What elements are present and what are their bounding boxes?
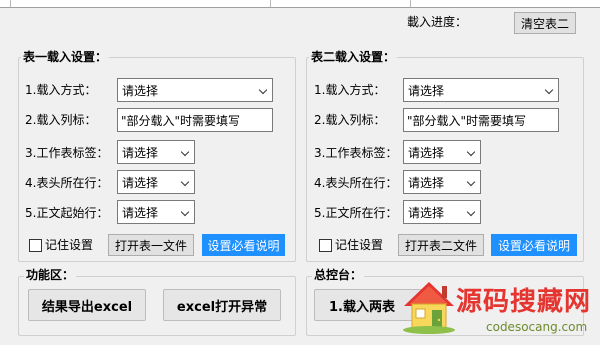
chevron-down-icon	[180, 207, 190, 217]
t1-sheet-tag-value: 请选择	[122, 145, 159, 160]
chevron-down-icon	[544, 85, 554, 95]
t1-header-row-select[interactable]: 请选择	[117, 170, 195, 194]
t2-header-row-label: 4.表头所在行：	[314, 176, 398, 190]
t1-sheet-tag-label: 3.工作表标签：	[25, 146, 109, 160]
t2-header-row-select[interactable]: 请选择	[403, 170, 481, 194]
table1-settings-title: 表一载入设置：	[21, 50, 110, 64]
t1-help-button[interactable]: 设置必看说明	[202, 234, 285, 256]
chevron-down-icon	[466, 147, 476, 157]
chevron-down-icon	[466, 177, 476, 187]
watermark-name: 源码搜藏网	[456, 287, 592, 317]
t1-body-start-value: 请选择	[122, 205, 159, 220]
chevron-down-icon	[180, 177, 190, 187]
t1-load-mode-value: 请选择	[122, 83, 159, 98]
t2-help-button[interactable]: 设置必看说明	[491, 234, 577, 256]
t2-header-row-value: 请选择	[408, 175, 445, 190]
t2-open-file-button[interactable]: 打开表二文件	[398, 234, 484, 256]
t2-sheet-tag-label: 3.工作表标签：	[314, 146, 398, 160]
functions-title: 功能区：	[24, 268, 77, 282]
t1-remember-label: 记住设置	[45, 238, 94, 252]
t2-body-row-value: 请选择	[408, 205, 445, 220]
t2-load-columns-value: "部分载入"时需要填写	[407, 113, 527, 128]
chevron-down-icon	[180, 147, 190, 157]
t1-load-columns-label: 2.载入列标：	[25, 113, 97, 127]
t1-load-mode-label: 1.载入方式：	[25, 83, 97, 97]
t1-sheet-tag-select[interactable]: 请选择	[117, 140, 195, 164]
t2-load-columns-label: 2.载入列标：	[314, 113, 386, 127]
clear-table2-button[interactable]: 清空表二	[514, 12, 576, 34]
t2-load-mode-label: 1.载入方式：	[314, 83, 386, 97]
excel-open-error-button[interactable]: excel打开异常	[163, 289, 281, 321]
house-logo-icon	[403, 282, 455, 334]
t2-load-mode-value: 请选择	[408, 83, 445, 98]
t1-load-columns-input[interactable]: "部分载入"时需要填写	[117, 108, 273, 132]
t2-sheet-tag-value: 请选择	[408, 145, 445, 160]
t1-header-row-value: 请选择	[122, 175, 159, 190]
table2-settings-title: 表二载入设置：	[309, 50, 398, 64]
t1-load-columns-value: "部分载入"时需要填写	[121, 113, 241, 128]
t1-remember-checkbox[interactable]	[29, 239, 42, 252]
top-table-strip	[0, 0, 600, 8]
t2-sheet-tag-select[interactable]: 请选择	[403, 140, 481, 164]
progress-label: 載入进度：	[407, 15, 468, 29]
t1-header-row-label: 4.表头所在行：	[25, 176, 109, 190]
t1-body-start-label: 5.正文起始行：	[25, 206, 109, 220]
t2-load-mode-select[interactable]: 请选择	[403, 78, 559, 102]
t1-load-mode-select[interactable]: 请选择	[117, 78, 273, 102]
t2-body-row-label: 5.正文所在行：	[314, 206, 398, 220]
watermark-url: codesocang.com	[486, 320, 588, 334]
t2-body-row-select[interactable]: 请选择	[403, 200, 481, 224]
chevron-down-icon	[466, 207, 476, 217]
export-excel-button[interactable]: 结果导出excel	[28, 289, 146, 321]
t2-remember-checkbox[interactable]	[319, 239, 332, 252]
t2-remember-label: 记住设置	[335, 238, 384, 252]
t1-body-start-select[interactable]: 请选择	[117, 200, 195, 224]
t2-load-columns-input[interactable]: "部分载入"时需要填写	[403, 108, 559, 132]
console-title: 总控台：	[312, 268, 365, 282]
chevron-down-icon	[258, 85, 268, 95]
t1-open-file-button[interactable]: 打开表一文件	[108, 234, 194, 256]
